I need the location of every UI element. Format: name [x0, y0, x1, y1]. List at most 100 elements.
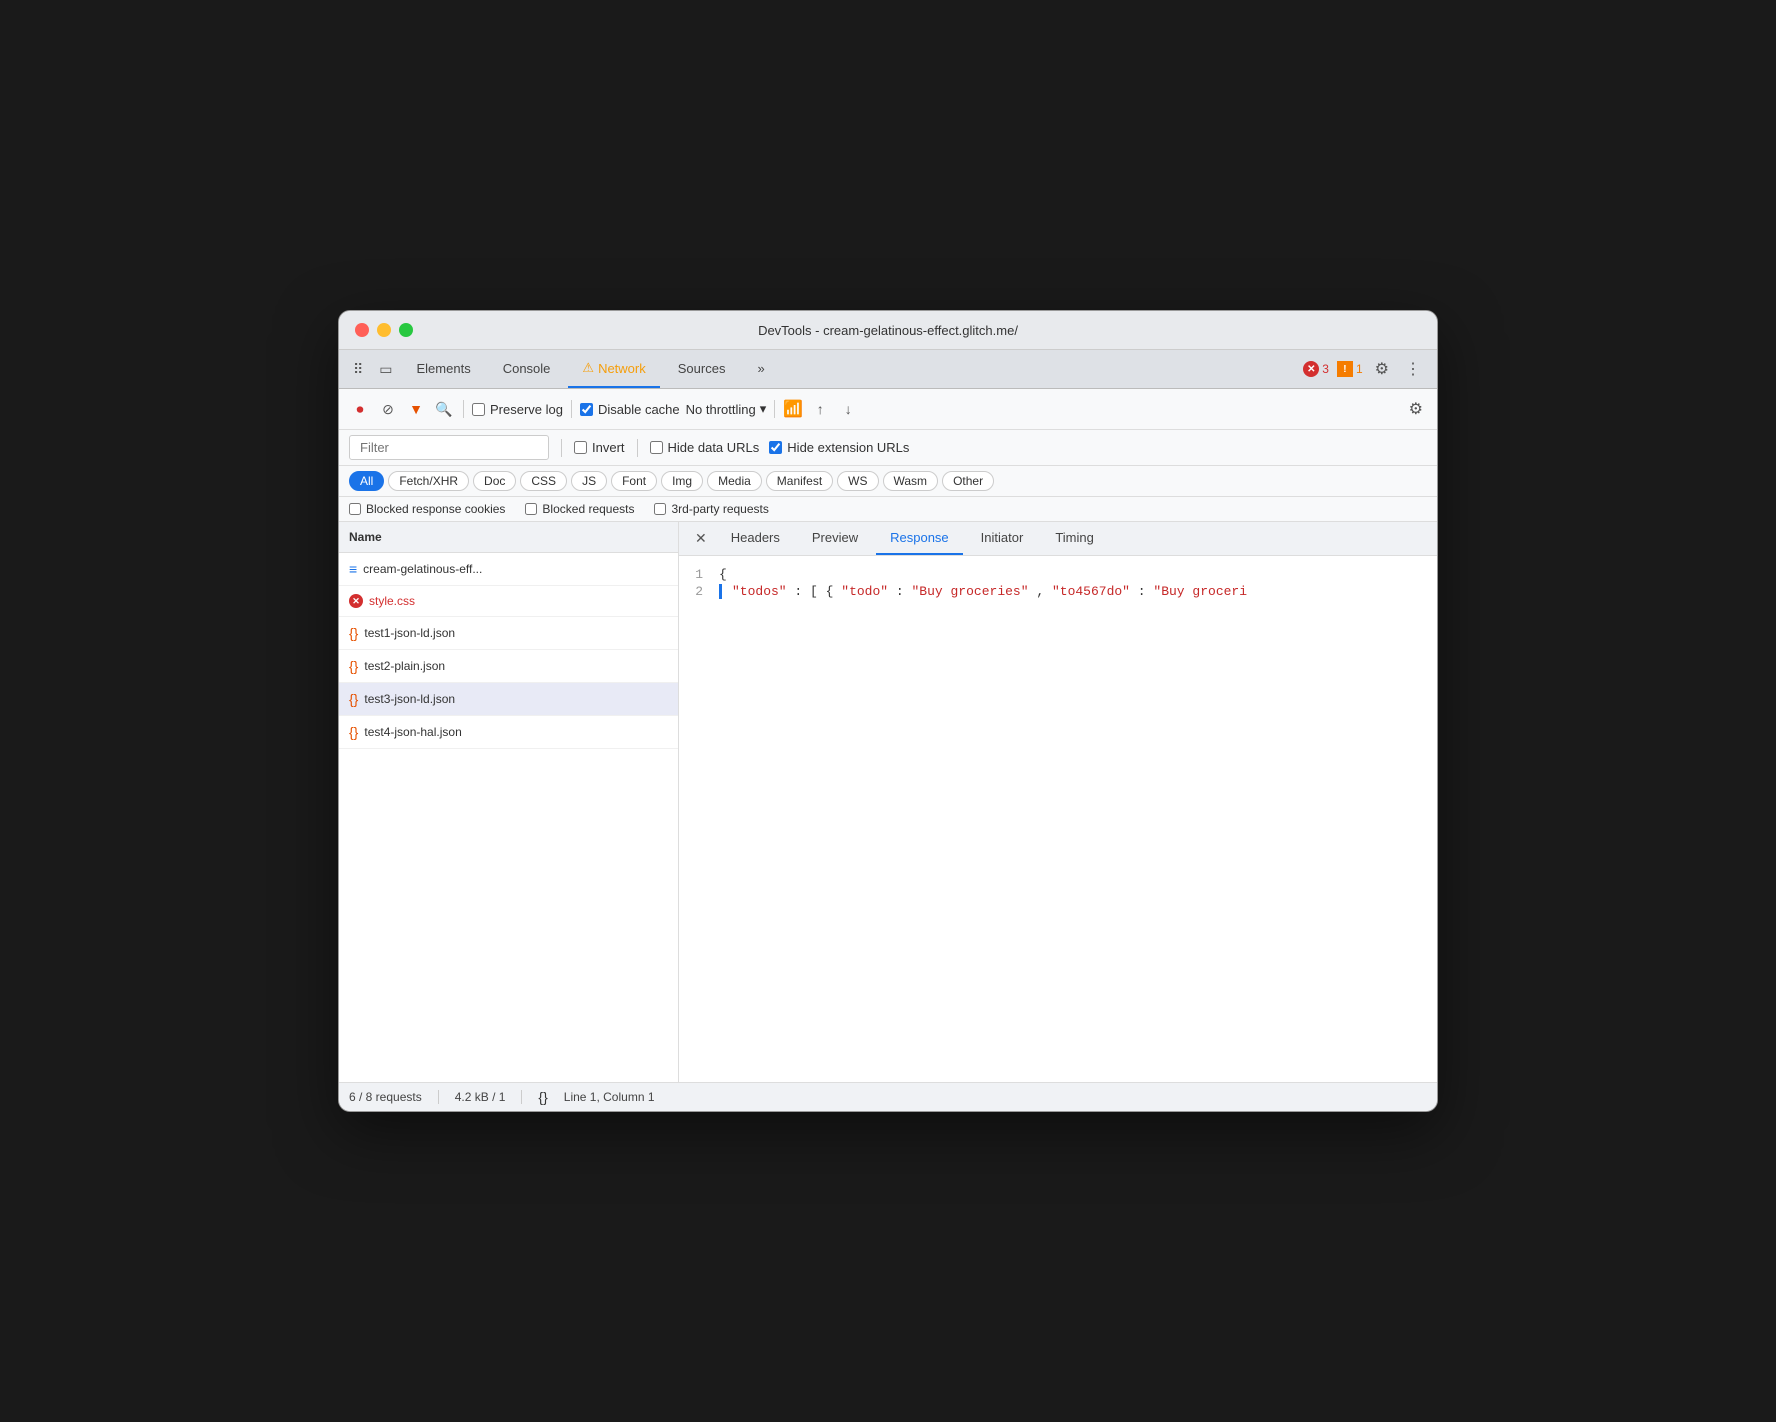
- type-btn-wasm[interactable]: Wasm: [883, 471, 939, 491]
- doc-icon: ≡: [349, 561, 357, 577]
- invert-input[interactable]: [574, 441, 587, 454]
- request-types-bar: All Fetch/XHR Doc CSS JS Font Img Media …: [339, 466, 1437, 497]
- format-icon[interactable]: {}: [538, 1089, 547, 1105]
- line-number-1: 1: [679, 567, 719, 582]
- device-icon[interactable]: ▭: [373, 351, 398, 388]
- type-btn-other[interactable]: Other: [942, 471, 994, 491]
- network-settings-icon[interactable]: ⚙: [1405, 395, 1427, 423]
- hide-data-urls-checkbox[interactable]: Hide data URLs: [650, 440, 760, 455]
- file-item-style-css[interactable]: ✕ style.css: [339, 586, 678, 617]
- file-list: Name ≡ cream-gelatinous-eff... ✕ style.c…: [339, 522, 679, 1082]
- tab-timing[interactable]: Timing: [1041, 522, 1108, 555]
- upload-icon[interactable]: ↑: [809, 398, 831, 420]
- title-bar: DevTools - cream-gelatinous-effect.glitc…: [339, 311, 1437, 350]
- more-options-icon[interactable]: ⋮: [1401, 355, 1425, 383]
- throttling-dropdown[interactable]: No throttling ▾: [686, 401, 767, 417]
- toolbar-sep-1: [463, 400, 464, 418]
- chevron-down-icon: ▾: [760, 401, 767, 417]
- file-item-test4[interactable]: {} test4-json-hal.json: [339, 716, 678, 749]
- file-name-style-css: style.css: [369, 594, 415, 608]
- requests-count: 6 / 8 requests: [349, 1090, 422, 1104]
- third-party-requests-checkbox[interactable]: 3rd-party requests: [654, 502, 768, 516]
- error-badge: ✕ 3: [1303, 361, 1329, 377]
- close-button[interactable]: [355, 323, 369, 337]
- type-btn-font[interactable]: Font: [611, 471, 657, 491]
- cursor-position: Line 1, Column 1: [564, 1090, 655, 1104]
- blocked-requests-input[interactable]: [525, 503, 537, 515]
- extra-filters-bar: Blocked response cookies Blocked request…: [339, 497, 1437, 522]
- type-btn-media[interactable]: Media: [707, 471, 762, 491]
- type-btn-manifest[interactable]: Manifest: [766, 471, 833, 491]
- maximize-button[interactable]: [399, 323, 413, 337]
- json-icon-2: {}: [349, 658, 358, 674]
- file-item-test3[interactable]: {} test3-json-ld.json: [339, 683, 678, 716]
- tab-headers[interactable]: Headers: [717, 522, 794, 555]
- json-icon-1: {}: [349, 625, 358, 641]
- type-btn-all[interactable]: All: [349, 471, 384, 491]
- blocked-response-cookies-input[interactable]: [349, 503, 361, 515]
- json-icon-3: {}: [349, 691, 358, 707]
- cursor-icon[interactable]: ⠿: [347, 351, 369, 388]
- hide-extension-urls-checkbox[interactable]: Hide extension URLs: [769, 440, 909, 455]
- tab-sources[interactable]: Sources: [664, 351, 740, 388]
- tab-preview[interactable]: Preview: [798, 522, 872, 555]
- file-name-test1: test1-json-ld.json: [364, 626, 455, 640]
- tab-elements[interactable]: Elements: [403, 351, 485, 388]
- disable-cache-input[interactable]: [580, 403, 593, 416]
- panel-close-icon[interactable]: ✕: [689, 522, 713, 555]
- disable-cache-checkbox[interactable]: Disable cache: [580, 402, 680, 417]
- hide-data-urls-input[interactable]: [650, 441, 663, 454]
- search-icon[interactable]: 🔍: [433, 398, 455, 420]
- filter-input[interactable]: [349, 435, 549, 460]
- download-icon[interactable]: ↓: [837, 398, 859, 420]
- preserve-log-checkbox[interactable]: Preserve log: [472, 402, 563, 417]
- record-icon[interactable]: ⏺: [349, 398, 371, 420]
- status-bar: 6 / 8 requests 4.2 kB / 1 {} Line 1, Col…: [339, 1082, 1437, 1111]
- file-name-test2: test2-plain.json: [364, 659, 445, 673]
- invert-checkbox[interactable]: Invert: [574, 440, 625, 455]
- settings-icon[interactable]: ⚙: [1371, 355, 1393, 383]
- code-view: 1 { 2 "todos" : [ { "todo" : "Buy grocer…: [679, 556, 1437, 1082]
- tab-more[interactable]: »: [743, 351, 778, 388]
- tab-bar: ⠿ ▭ Elements Console ⚠ Network Sources »…: [339, 350, 1437, 389]
- error-circle-icon: ✕: [1303, 361, 1319, 377]
- type-btn-img[interactable]: Img: [661, 471, 703, 491]
- clear-icon[interactable]: ⊘: [377, 398, 399, 420]
- tab-right: ✕ 3 ! 1 ⚙ ⋮: [1299, 355, 1429, 383]
- tab-response[interactable]: Response: [876, 522, 963, 555]
- blocked-requests-checkbox[interactable]: Blocked requests: [525, 502, 634, 516]
- file-item-cream[interactable]: ≡ cream-gelatinous-eff...: [339, 553, 678, 586]
- status-sep-2: [521, 1090, 522, 1104]
- minimize-button[interactable]: [377, 323, 391, 337]
- json-icon-4: {}: [349, 724, 358, 740]
- file-item-test1[interactable]: {} test1-json-ld.json: [339, 617, 678, 650]
- type-btn-ws[interactable]: WS: [837, 471, 878, 491]
- tab-console[interactable]: Console: [489, 351, 565, 388]
- type-btn-js[interactable]: JS: [571, 471, 607, 491]
- blocked-response-cookies-checkbox[interactable]: Blocked response cookies: [349, 502, 505, 516]
- file-list-header: Name: [339, 522, 678, 553]
- line-bar: [719, 584, 722, 599]
- preserve-log-input[interactable]: [472, 403, 485, 416]
- third-party-requests-input[interactable]: [654, 503, 666, 515]
- wifi-icon[interactable]: 📶: [783, 399, 803, 419]
- warning-square-icon: !: [1337, 361, 1353, 377]
- filter-bar: Invert Hide data URLs Hide extension URL…: [339, 430, 1437, 466]
- filter-sep: [561, 439, 562, 457]
- line-number-2: 2: [679, 584, 719, 599]
- toolbar: ⏺ ⊘ ▼ 🔍 Preserve log Disable cache No th…: [339, 389, 1437, 430]
- type-btn-doc[interactable]: Doc: [473, 471, 516, 491]
- tab-initiator[interactable]: Initiator: [967, 522, 1038, 555]
- type-btn-css[interactable]: CSS: [520, 471, 567, 491]
- code-content-2: "todos" : [ { "todo" : "Buy groceries" ,…: [732, 584, 1247, 599]
- devtools-window: DevTools - cream-gelatinous-effect.glitc…: [338, 310, 1438, 1112]
- size-info: 4.2 kB / 1: [455, 1090, 506, 1104]
- type-btn-fetch-xhr[interactable]: Fetch/XHR: [388, 471, 469, 491]
- window-title: DevTools - cream-gelatinous-effect.glitc…: [758, 323, 1018, 338]
- filter-icon[interactable]: ▼: [405, 398, 427, 420]
- code-line-1: 1 {: [679, 566, 1437, 583]
- file-item-test2[interactable]: {} test2-plain.json: [339, 650, 678, 683]
- hide-extension-urls-input[interactable]: [769, 441, 782, 454]
- response-panel: ✕ Headers Preview Response Initiator Tim…: [679, 522, 1437, 1082]
- tab-network[interactable]: ⚠ Network: [568, 350, 659, 388]
